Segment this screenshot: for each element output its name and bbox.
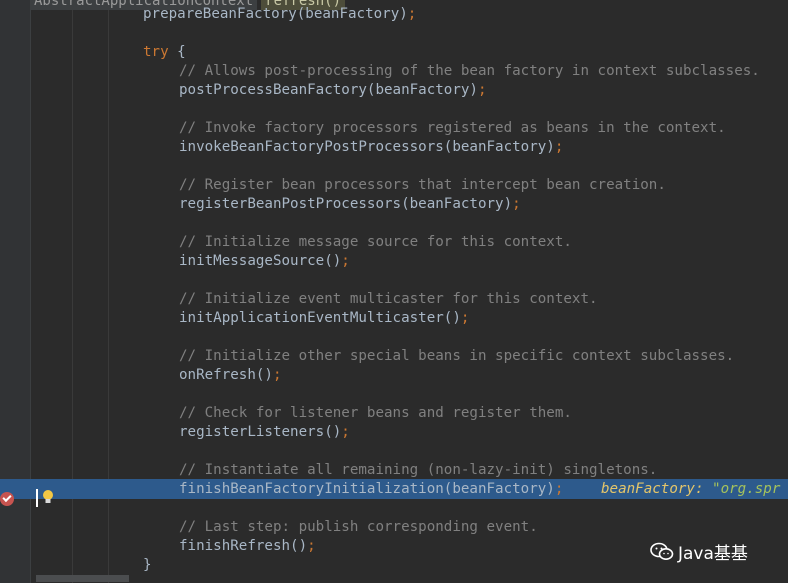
semicolon: ; — [407, 6, 417, 22]
code-line[interactable]: // Initialize message source for this co… — [0, 232, 788, 252]
code-line[interactable]: // Instantiate all remaining (non-lazy-i… — [0, 460, 788, 480]
semicolon: ; — [341, 253, 350, 269]
code-line[interactable]: // Check for listener beans and register… — [0, 403, 788, 423]
semicolon: ; — [512, 196, 521, 212]
text-caret — [36, 489, 38, 507]
method-call-text: initMessageSource() — [179, 253, 342, 269]
semicolon: ; — [307, 538, 316, 554]
semicolon: ; — [460, 310, 470, 326]
method-call-text: invokeBeanFactoryPostProcessors(beanFact… — [179, 139, 555, 155]
method-call: prepareBeanFactory(beanFactory); — [143, 4, 416, 24]
code-line[interactable]: invokeBeanFactoryPostProcessors(beanFact… — [0, 137, 788, 157]
method-call-text: onRefresh() — [179, 367, 273, 383]
code-comment: // Invoke factory processors registered … — [179, 120, 726, 136]
semicolon: ; — [554, 481, 564, 497]
code-line[interactable]: // Last step: publish corresponding even… — [0, 517, 788, 537]
try-block-start: try { — [143, 44, 186, 60]
code-line[interactable]: // Initialize event multicaster for this… — [0, 289, 788, 309]
method-call-text: finishRefresh() — [179, 538, 308, 554]
closing-brace: } — [143, 557, 152, 573]
semicolon: ; — [272, 367, 282, 383]
current-execution-line[interactable]: finishBeanFactoryInitialization(beanFact… — [0, 479, 788, 499]
code-line[interactable] — [0, 498, 788, 518]
semicolon: ; — [477, 82, 487, 98]
breakpoint-icon[interactable] — [0, 492, 14, 506]
watermark-text: Java基基 — [678, 544, 748, 564]
method-call: postProcessBeanFactory(beanFactory); — [179, 80, 487, 100]
code-line[interactable]: // Initialize other special beans in spe… — [0, 346, 788, 366]
watermark: Java基基 — [650, 539, 748, 564]
code-line[interactable] — [0, 213, 788, 233]
method-call-text: finishBeanFactoryInitialization(beanFact… — [179, 481, 555, 497]
code-comment: // Initialize message source for this co… — [179, 234, 572, 250]
code-line[interactable]: onRefresh(); — [0, 365, 788, 385]
code-line[interactable]: // Allows post-processing of the bean fa… — [0, 61, 788, 81]
code-comment: // Initialize other special beans in spe… — [179, 348, 735, 364]
code-comment: // Last step: publish corresponding even… — [179, 519, 538, 535]
debug-variable-name: beanFactory: — [601, 481, 704, 497]
method-call-text: registerBeanPostProcessors(beanFactory) — [179, 196, 513, 212]
method-call-text: prepareBeanFactory(beanFactory) — [143, 6, 408, 22]
method-call: registerBeanPostProcessors(beanFactory); — [179, 194, 521, 214]
method-call: finishBeanFactoryInitialization(beanFact… — [179, 479, 563, 499]
code-line[interactable]: registerListeners(); — [0, 422, 788, 442]
wechat-icon — [650, 542, 674, 560]
code-line[interactable] — [0, 441, 788, 461]
code-line[interactable] — [0, 23, 788, 43]
method-call: initMessageSource(); — [179, 251, 350, 271]
code-line[interactable] — [0, 327, 788, 347]
code-comment: // Initialize event multicaster for this… — [179, 291, 598, 307]
code-comment: // Check for listener beans and register… — [179, 405, 572, 421]
debug-variable-value: "org.spr — [712, 481, 781, 497]
code-comment: // Register bean processors that interce… — [179, 177, 666, 193]
method-call: onRefresh(); — [179, 365, 282, 385]
code-line[interactable]: try { — [0, 42, 788, 62]
code-line[interactable]: initMessageSource(); — [0, 251, 788, 271]
code-line[interactable] — [0, 384, 788, 404]
code-line[interactable]: // Register bean processors that interce… — [0, 175, 788, 195]
code-line[interactable] — [0, 156, 788, 176]
code-line[interactable]: postProcessBeanFactory(beanFactory); — [0, 80, 788, 100]
code-line[interactable]: prepareBeanFactory(beanFactory); — [0, 4, 788, 24]
method-call-text: registerListeners() — [179, 424, 342, 440]
code-line[interactable]: // Invoke factory processors registered … — [0, 118, 788, 138]
code-line[interactable] — [0, 270, 788, 290]
method-call: initApplicationEventMulticaster(); — [179, 308, 469, 328]
semicolon: ; — [554, 139, 564, 155]
horizontal-scrollbar[interactable] — [36, 575, 129, 582]
debug-inline-value[interactable]: beanFactory: "org.spr — [601, 479, 780, 499]
keyword-try: try — [143, 44, 169, 60]
method-call-text: initApplicationEventMulticaster() — [179, 310, 461, 326]
method-call: finishRefresh(); — [179, 536, 316, 556]
semicolon: ; — [341, 424, 350, 440]
lightbulb-icon[interactable] — [42, 489, 54, 505]
code-line[interactable]: registerBeanPostProcessors(beanFactory); — [0, 194, 788, 214]
code-comment: // Instantiate all remaining (non-lazy-i… — [179, 462, 658, 478]
method-call: registerListeners(); — [179, 422, 350, 442]
code-line[interactable] — [0, 99, 788, 119]
method-call-text: postProcessBeanFactory(beanFactory) — [179, 82, 478, 98]
method-call: invokeBeanFactoryPostProcessors(beanFact… — [179, 137, 563, 157]
code-line[interactable]: initApplicationEventMulticaster(); — [0, 308, 788, 328]
code-comment: // Allows post-processing of the bean fa… — [179, 63, 760, 79]
